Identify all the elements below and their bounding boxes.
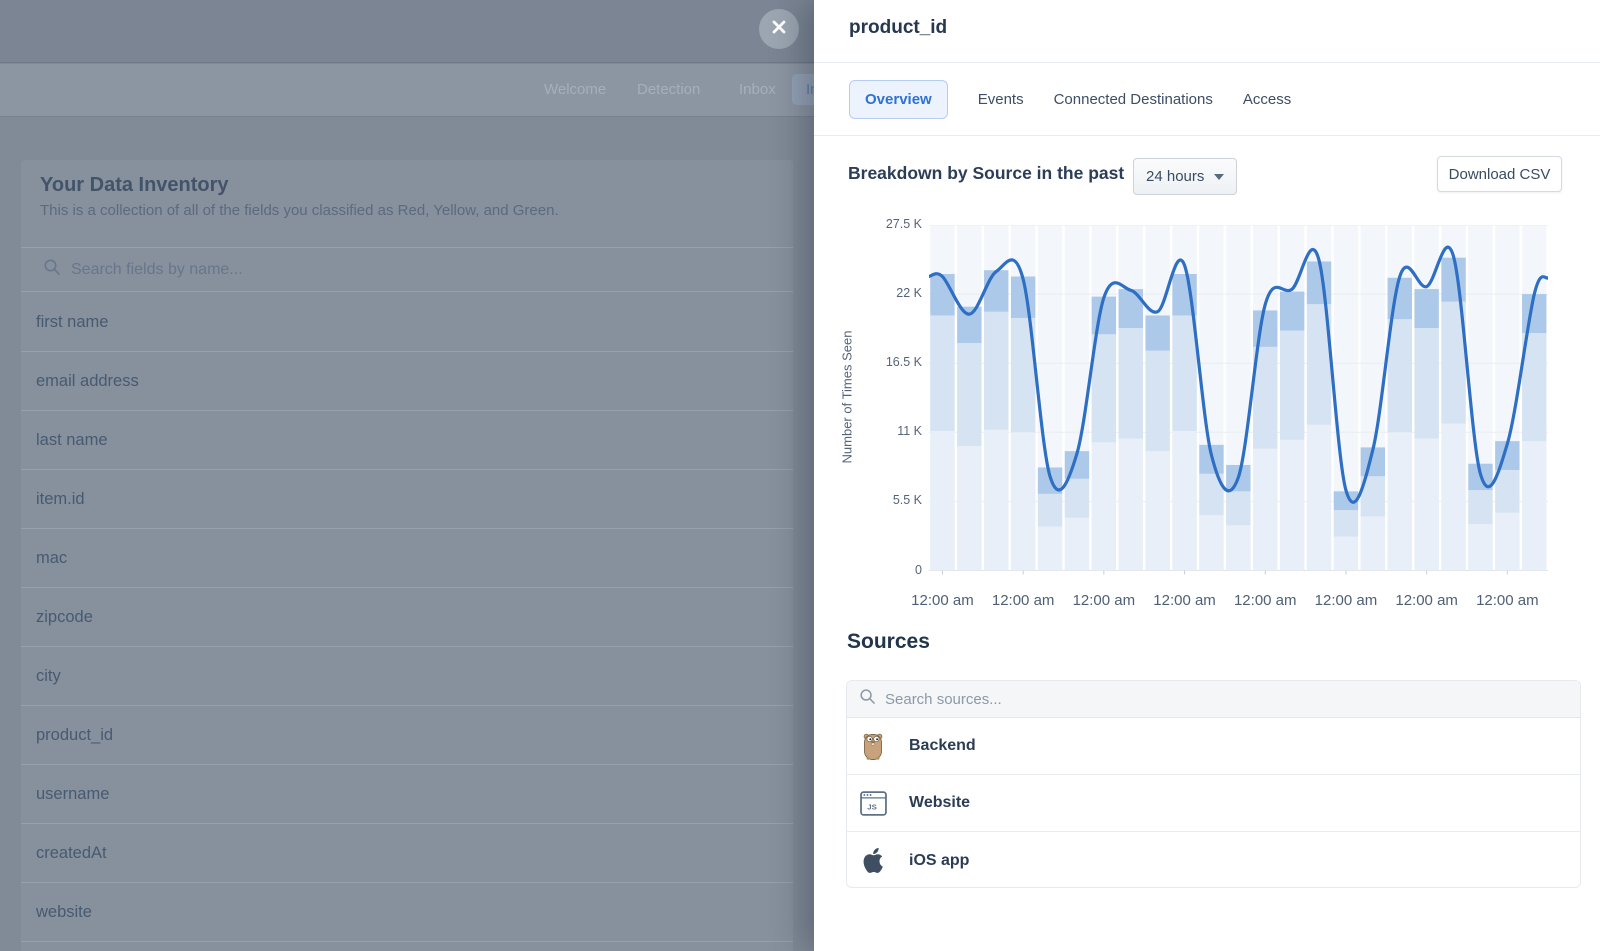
svg-text:JS: JS [867,802,877,811]
page-subtitle: This is a collection of all of the field… [40,202,559,219]
period-dropdown[interactable]: 24 hours [1133,158,1237,195]
y-tick-label: 11 K [850,424,922,438]
data-inventory-card: Your Data Inventory This is a collection… [21,160,793,951]
field-row[interactable]: city [21,647,793,706]
field-row[interactable]: createdAt [21,824,793,883]
tab-access[interactable]: Access [1243,91,1291,108]
x-tick-label: 12:00 am [1301,592,1391,609]
x-tick-label: 12:00 am [1140,592,1230,609]
bar-stack[interactable] [957,307,981,571]
source-label: Website [909,794,970,812]
js-browser-icon: JS [859,790,887,817]
apple-icon [859,847,887,875]
search-icon [859,688,876,710]
bar-stack[interactable] [1307,261,1331,570]
source-label: Backend [909,737,976,755]
breakdown-chart[interactable] [929,225,1548,575]
gopher-icon [859,732,887,760]
period-dropdown-value: 24 hours [1146,168,1204,185]
bar-stack[interactable] [1119,289,1143,570]
source-row-ios-app[interactable]: iOS app [847,832,1580,889]
fields-search-bar[interactable] [21,247,793,292]
field-row[interactable]: item.id [21,470,793,529]
tab-overview[interactable]: Overview [849,80,948,119]
bar-stack[interactable] [1495,441,1519,570]
y-tick-label: 22 K [850,286,922,300]
nav-item-welcome[interactable]: Welcome [544,81,606,98]
drawer-tabs: Overview Events Connected Destinations A… [814,64,1600,136]
x-tick-label: 12:00 am [1220,592,1310,609]
bar-stack[interactable] [1038,467,1062,570]
x-tick-label: 12:00 am [1462,592,1552,609]
bar-stack[interactable] [1280,292,1304,571]
field-row[interactable]: first name [21,293,793,352]
drawer-header: product_id [814,0,1600,63]
field-detail-drawer: product_id Overview Events Connected Des… [814,0,1600,951]
y-tick-label: 0 [850,563,922,577]
field-row[interactable]: username [21,765,793,824]
chart-section-title: Breakdown by Source in the past [848,163,1124,184]
field-row[interactable]: zipcode [21,588,793,647]
bar-stack[interactable] [1011,277,1035,571]
sources-section-title: Sources [847,630,930,654]
close-drawer-button[interactable] [759,9,799,49]
bar-stack[interactable] [930,274,954,571]
nav-item-inbox[interactable]: Inbox [739,81,776,98]
sources-search-input[interactable] [885,691,1285,708]
bar-stack[interactable] [984,270,1008,570]
bar-stack[interactable] [1414,289,1438,570]
field-row[interactable]: last name [21,411,793,470]
x-tick-label: 12:00 am [1382,592,1472,609]
bar-stack[interactable] [1065,451,1089,570]
y-tick-label: 27.5 K [850,217,922,231]
x-tick-label: 12:00 am [1059,592,1149,609]
tab-events[interactable]: Events [978,91,1024,108]
field-list: first nameemail addresslast nameitem.idm… [21,293,793,942]
field-row[interactable]: website [21,883,793,942]
chevron-down-icon [1214,174,1224,180]
source-label: iOS app [909,852,969,870]
x-tick-label: 12:00 am [978,592,1068,609]
bar-stack[interactable] [1361,447,1385,570]
field-row[interactable]: email address [21,352,793,411]
bar-stack[interactable] [1145,315,1169,570]
page-title: Your Data Inventory [40,174,229,197]
search-icon [43,258,61,281]
tab-connected-destinations[interactable]: Connected Destinations [1054,91,1213,108]
field-row[interactable]: product_id [21,706,793,765]
field-row[interactable]: mac [21,529,793,588]
y-tick-label: 5.5 K [850,493,922,507]
y-tick-label: 16.5 K [850,355,922,369]
fields-search-input[interactable] [71,261,571,279]
bar-stack[interactable] [1199,445,1223,571]
close-icon [771,19,787,40]
sources-list: Backend JS Website [846,680,1581,888]
sources-search-bar[interactable] [847,681,1580,718]
drawer-title: product_id [849,17,947,39]
nav-item-detection[interactable]: Detection [637,81,700,98]
x-tick-label: 12:00 am [897,592,987,609]
source-row-website[interactable]: JS Website [847,775,1580,832]
source-row-backend[interactable]: Backend [847,718,1580,775]
bar-stack[interactable] [1468,464,1492,571]
y-axis-title: Number of Times Seen [840,331,855,464]
download-csv-button[interactable]: Download CSV [1437,156,1562,192]
